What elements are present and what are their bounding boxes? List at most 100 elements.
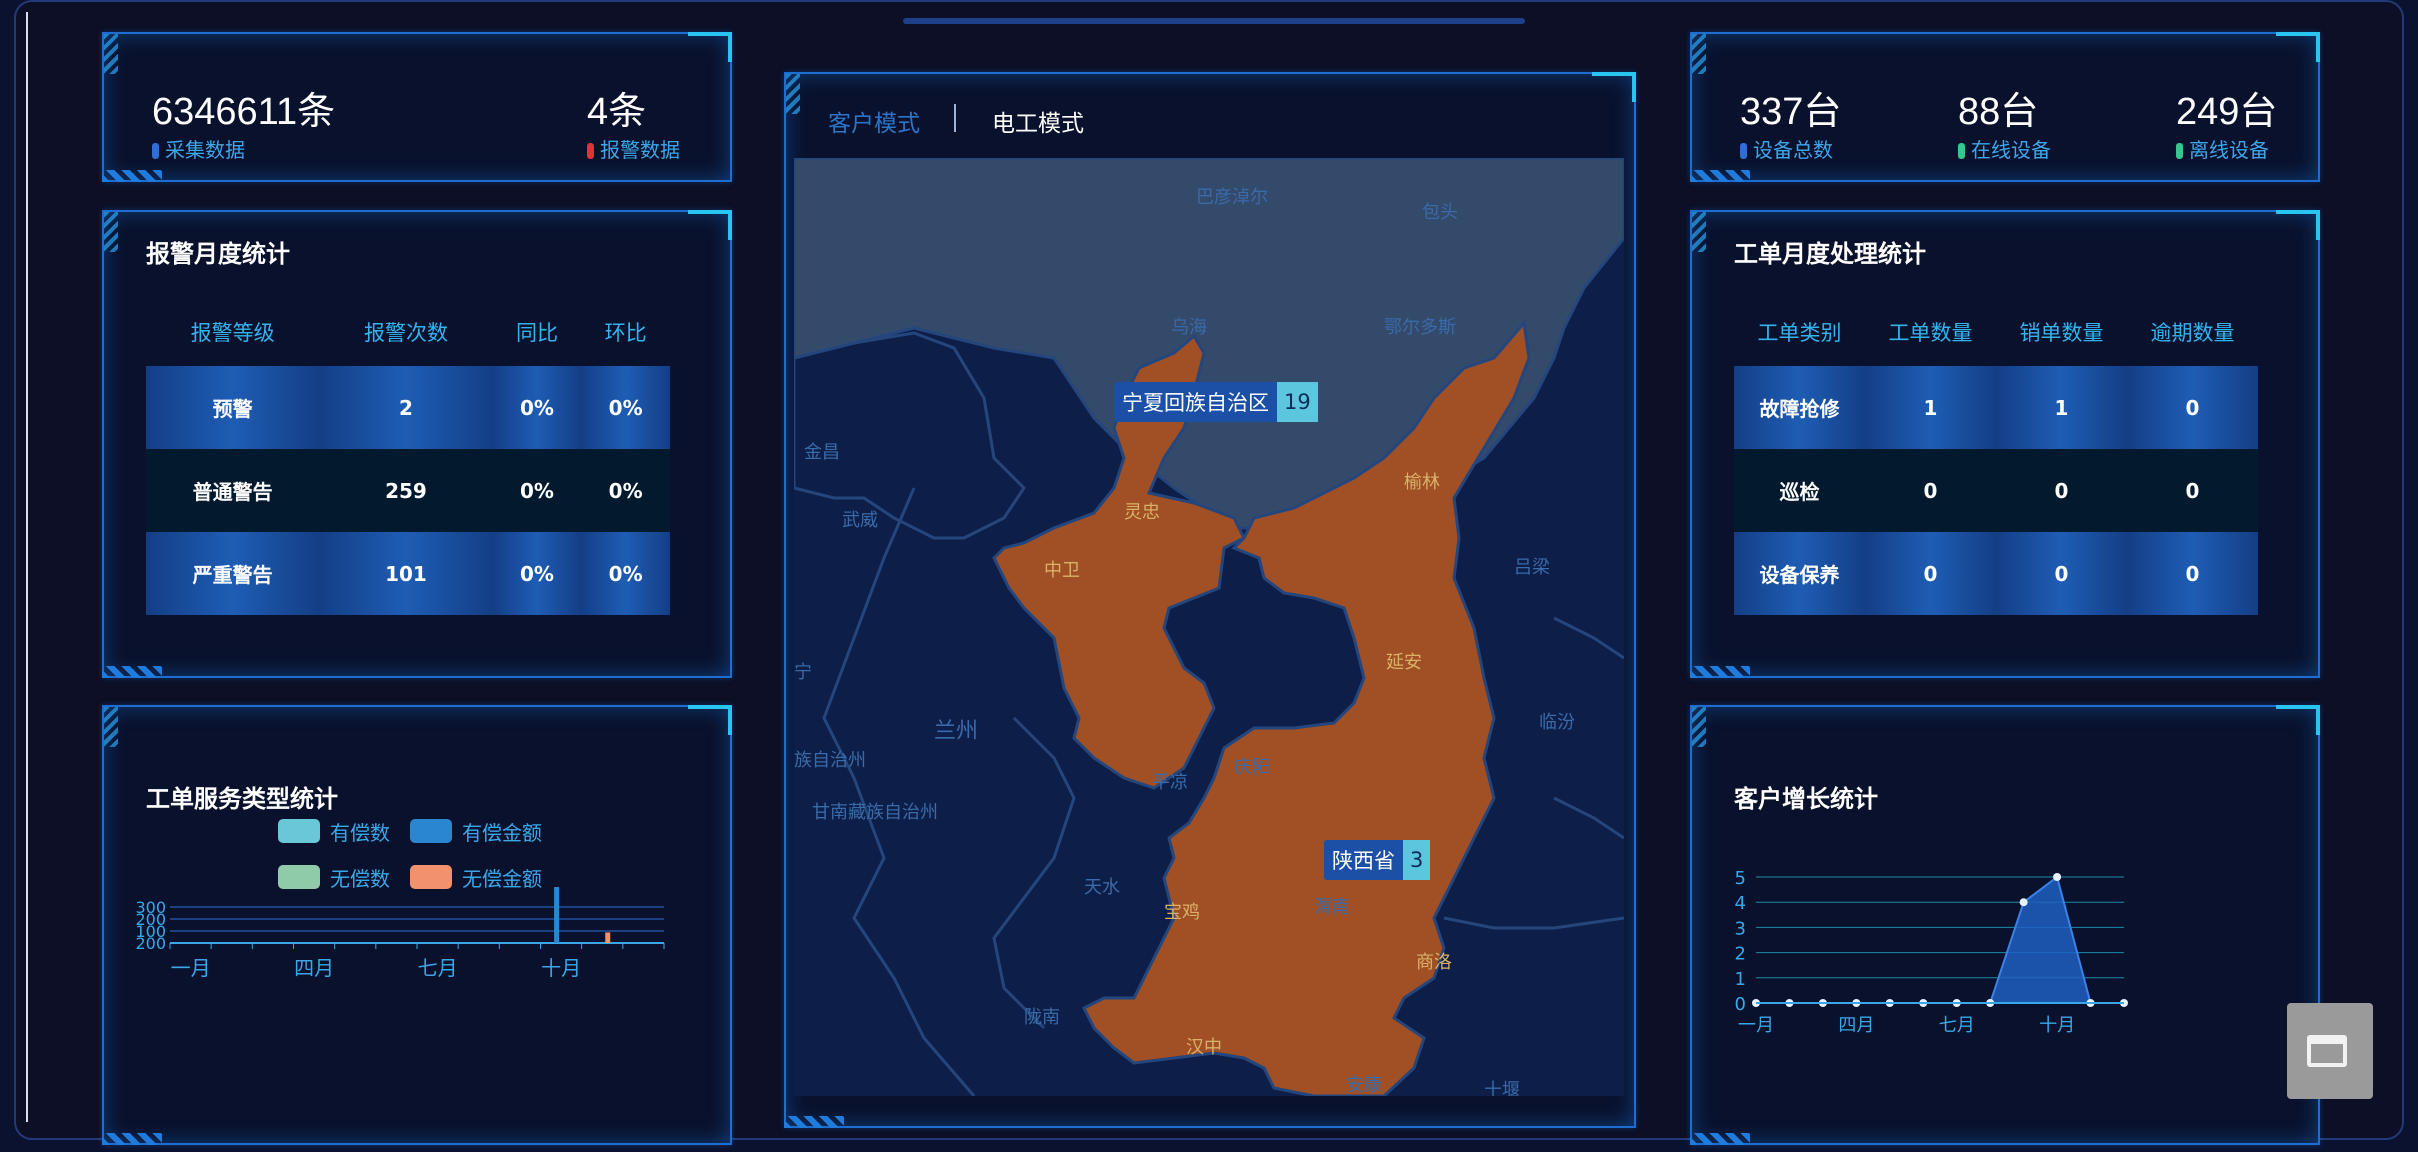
top-ticker-bar (903, 18, 1525, 24)
collected-label: 采集数据 (152, 134, 245, 163)
svg-text:中卫: 中卫 (1044, 560, 1080, 581)
svg-text:吕梁: 吕梁 (1514, 557, 1550, 578)
alarm-monthly-panel: 报警月度统计 报警等级 报警次数 同比 环比 预警 2 0% 0% 普通警告 2… (102, 210, 732, 678)
region-tag-count: 19 (1277, 382, 1318, 422)
svg-text:乌海: 乌海 (1171, 317, 1207, 338)
table-header-cell: 工单类别 (1757, 321, 1842, 345)
table-cell: 0 (2127, 449, 2258, 532)
svg-text:临汾: 临汾 (1539, 712, 1575, 733)
table-cell: 0 (1996, 532, 2127, 615)
svg-text:兰州: 兰州 (934, 719, 978, 744)
x-tick-label: 一月 (1738, 1015, 1774, 1036)
x-tick-label: 十月 (541, 956, 581, 980)
table-cell: 0 (1865, 532, 1996, 615)
svg-text:巴彦淖尔: 巴彦淖尔 (1196, 187, 1268, 208)
y-tick-label: 3 (1735, 918, 1746, 939)
dot-icon (1958, 143, 1965, 159)
table-cell: 巡检 (1734, 449, 1865, 532)
tab-electrician-mode[interactable]: 电工模式 (992, 104, 1084, 138)
work-panel-title: 工单月度处理统计 (1734, 240, 1926, 268)
table-cell: 0% (581, 449, 670, 532)
table-cell: 259 (319, 449, 493, 532)
table-header-cell: 报警等级 (190, 321, 275, 345)
table-cell: 0 (2127, 532, 2258, 615)
alarm-panel-title: 报警月度统计 (146, 240, 290, 268)
legend-swatch[interactable] (278, 865, 320, 889)
table-cell: 0% (581, 366, 670, 449)
device-total: 337台 (1740, 91, 1842, 133)
table-row[interactable]: 预警 2 0% 0% (146, 366, 670, 449)
service-type-panel: 工单服务类型统计 有偿数 有偿金额 无偿数 无偿金额 300 200 100 200 一… (102, 705, 732, 1145)
device-online: 88台 (1958, 91, 2039, 133)
corner-stripes (104, 707, 118, 747)
legend-swatch[interactable] (410, 865, 452, 889)
corner-stripes (1692, 707, 1706, 747)
table-header-cell: 工单数量 (1888, 321, 1973, 345)
svg-text:宁: 宁 (794, 662, 812, 683)
dot-icon (1740, 143, 1747, 159)
province-map[interactable]: 巴彦淖尔 包头 乌海 鄂尔多斯 金昌 武威 灵忠 榆林 吕梁 中卫 宁 延安 兰… (794, 158, 1624, 1096)
area-series (1756, 875, 2124, 1004)
svg-text:天水: 天水 (1084, 877, 1120, 898)
svg-text:灵忠: 灵忠 (1124, 502, 1160, 523)
svg-text:武威: 武威 (842, 510, 878, 531)
table-row[interactable]: 普通警告 259 0% 0% (146, 449, 670, 532)
corner-stripes (1692, 34, 1706, 74)
region-tag-ningxia[interactable]: 宁夏回族自治区 19 (1114, 382, 1318, 422)
service-bar-chart: 300200100200一月 四月 七月 十月 (135, 887, 665, 980)
y-tick-label: 1 (1735, 969, 1746, 990)
svg-text:鄂尔多斯: 鄂尔多斯 (1384, 317, 1456, 338)
svg-text:陇南: 陇南 (1024, 1007, 1060, 1028)
table-row[interactable]: 巡检 0 0 0 (1734, 449, 2258, 532)
table-cell: 0% (492, 366, 582, 449)
svg-text:宝鸡: 宝鸡 (1164, 902, 1200, 923)
legend-swatch[interactable] (278, 819, 320, 843)
legend-label[interactable]: 有偿数 (330, 817, 390, 846)
table-header-cell: 逾期数量 (2150, 321, 2235, 345)
region-tag-label: 陕西省 (1332, 849, 1395, 873)
work-order-table: 工单类别 工单数量 销单数量 逾期数量 故障抢修 1 1 0 巡检 0 0 0 … (1734, 298, 2258, 615)
alarm-table: 报警等级 报警次数 同比 环比 预警 2 0% 0% 普通警告 259 0% 0… (146, 298, 670, 615)
table-cell: 设备保养 (1734, 532, 1865, 615)
table-cell: 0 (1996, 449, 2127, 532)
svg-text:包头: 包头 (1422, 202, 1458, 223)
svg-text:甘南藏族自治州: 甘南藏族自治州 (812, 802, 938, 823)
svg-text:庆阳: 庆阳 (1234, 757, 1270, 778)
map-svg[interactable]: 巴彦淖尔 包头 乌海 鄂尔多斯 金昌 武威 灵忠 榆林 吕梁 中卫 宁 延安 兰… (794, 158, 1624, 1096)
table-cell: 2 (319, 366, 493, 449)
data-point (2053, 873, 2062, 881)
device-online-label-text: 在线设备 (1971, 138, 2051, 162)
table-row[interactable]: 设备保养 0 0 0 (1734, 532, 2258, 615)
y-tick-label: 4 (1735, 893, 1746, 914)
table-cell: 严重警告 (146, 532, 320, 615)
table-cell: 1 (1996, 366, 2127, 449)
x-tick-label: 四月 (1838, 1015, 1874, 1036)
svg-text:榆林: 榆林 (1404, 472, 1440, 493)
device-total-label: 设备总数 (1740, 134, 1833, 163)
table-header: 报警等级 报警次数 同比 环比 (146, 298, 670, 366)
table-cell: 预警 (146, 366, 320, 449)
y-tick-label: 2 (1735, 944, 1746, 965)
table-cell: 0% (581, 532, 670, 615)
svg-text:十堰: 十堰 (1484, 1080, 1520, 1096)
fullscreen-button[interactable] (2287, 1003, 2373, 1099)
table-header-cell: 同比 (515, 321, 558, 345)
table-row[interactable]: 严重警告 101 0% 0% (146, 532, 670, 615)
tab-customer-mode[interactable]: 客户模式 (828, 104, 920, 138)
device-total-label-text: 设备总数 (1753, 138, 1833, 162)
region-tag-shaanxi[interactable]: 陕西省 3 (1324, 840, 1431, 880)
work-order-panel: 工单月度处理统计 工单类别 工单数量 销单数量 逾期数量 故障抢修 1 1 0 … (1690, 210, 2320, 678)
table-cell: 故障抢修 (1734, 366, 1865, 449)
customer-growth-panel: 客户增长统计 5 4 3 2 1 0 一月 四月 七月 十月 (1690, 705, 2320, 1145)
x-tick-label: 七月 (418, 956, 458, 980)
legend-label[interactable]: 有偿金额 (462, 817, 542, 846)
legend-swatch[interactable] (410, 819, 452, 843)
bar (554, 887, 560, 943)
growth-panel-title: 客户增长统计 (1734, 785, 1878, 813)
table-row[interactable]: 故障抢修 1 1 0 (1734, 366, 2258, 449)
device-offline: 249台 (2176, 91, 2278, 133)
collected-count: 6346611条 (152, 91, 336, 133)
bar (605, 932, 611, 943)
corner-stripes (1692, 212, 1706, 252)
svg-text:安康: 安康 (1346, 1075, 1382, 1096)
